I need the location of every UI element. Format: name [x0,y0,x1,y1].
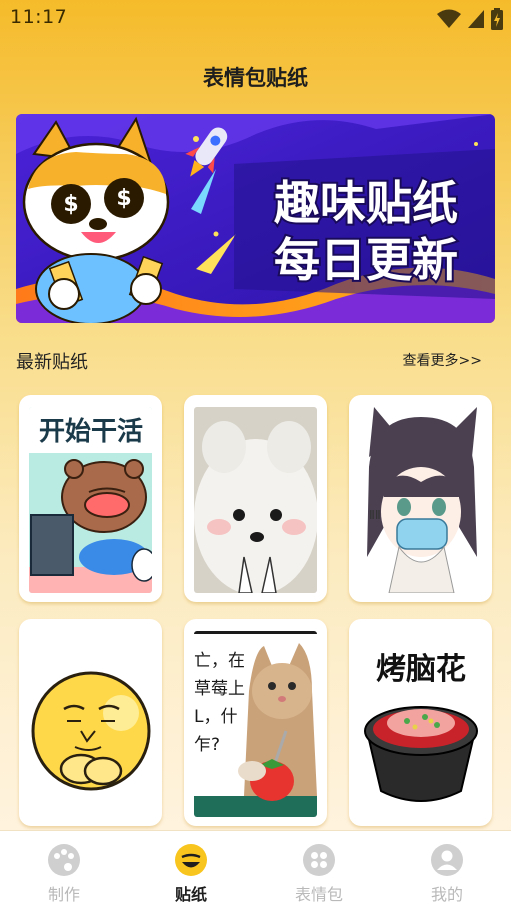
sticker-card-white-dog[interactable] [184,395,327,602]
signal-icon [467,9,485,29]
sticker-card-start-work[interactable]: 开始干活 [19,395,162,602]
palette-icon [47,843,81,877]
sticker-image: 烤脑花 [359,631,482,817]
svg-text:$: $ [63,192,78,217]
sticker-card-cat-strawberry[interactable]: 亡，在 草莓上 L，什 乍? [184,619,327,826]
svg-text:ⅡⅡ: ⅡⅡ [369,508,381,522]
sticker-caption-line2: 草莓上 [194,679,245,699]
sticker-grid: 开始干活 ⅡⅡ 亡，在 草莓上 L，什 乍? 烤脑花 [19,395,493,829]
sticker-caption: 开始干活 [39,417,143,447]
view-more-link[interactable]: 查看更多>> [403,350,482,370]
sticker-caption-line3: L，什 [194,707,237,727]
sticker-image: ⅡⅡ [359,407,482,593]
svg-text:$: $ [116,186,131,211]
dog-mascot-icon: $ $ [22,116,170,323]
latest-stickers-header: 最新贴纸 查看更多>> [16,346,482,373]
page-title: 表情包贴纸 [203,66,308,90]
sticker-card-mask-girl[interactable]: ⅡⅡ [349,395,492,602]
tab-mine-label: 我的 [430,885,463,904]
sticker-image [29,631,152,817]
wifi-icon [437,9,461,29]
grid-icon [302,843,336,877]
sticker-caption: 烤脑花 [376,652,466,687]
status-time: 11:17 [10,6,68,28]
promo-banner[interactable]: $ $ 趣味贴纸 每日更新 [16,114,495,323]
tab-emoji-packs-label: 表情包 [294,885,343,904]
battery-icon [491,8,503,30]
sticker-card-brain-flower[interactable]: 烤脑花 [349,619,492,826]
banner-line2: 每日更新 [274,233,458,287]
person-icon [430,843,464,877]
sticker-image [194,407,317,593]
tab-make[interactable]: 制作 [19,843,109,904]
section-title: 最新贴纸 [16,352,88,373]
status-icons [437,8,503,30]
smiley-icon [174,843,208,877]
tab-emoji-packs[interactable]: 表情包 [274,843,364,904]
bottom-tab-bar: 制作 贴纸 表情包 我的 [0,830,511,910]
sticker-card-yellow-ball[interactable] [19,619,162,826]
tab-make-label: 制作 [47,885,80,904]
status-bar: 11:17 [0,0,511,36]
tab-stickers[interactable]: 贴纸 [146,843,236,904]
banner-line1: 趣味贴纸 [274,176,458,230]
sticker-image: 亡，在 草莓上 L，什 乍? [194,631,317,817]
tab-stickers-label: 贴纸 [174,885,207,904]
tab-mine[interactable]: 我的 [402,843,492,904]
sticker-caption-line1: 亡，在 [194,651,245,671]
sticker-caption-line4: 乍? [194,735,220,755]
sticker-image: 开始干活 [29,407,152,593]
